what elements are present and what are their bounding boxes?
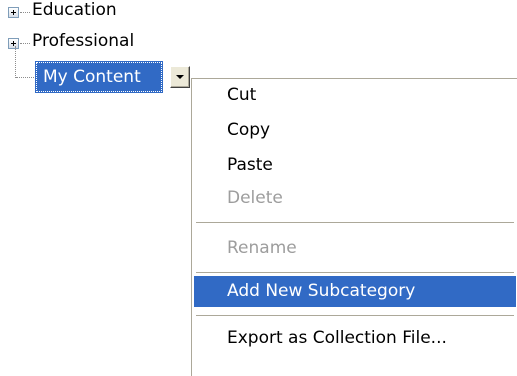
- tree-item-label[interactable]: Education: [32, 0, 117, 20]
- context-menu: Cut Copy Paste Delete Rename Add New Sub…: [191, 78, 517, 376]
- menu-item-export-collection-file[interactable]: Export as Collection File...: [194, 323, 516, 354]
- menu-item-paste[interactable]: Paste: [194, 150, 516, 181]
- menu-separator: [196, 222, 514, 223]
- chevron-down-icon: [176, 75, 184, 79]
- tree-item-my-content[interactable]: My Content: [35, 61, 163, 93]
- menu-item-add-new-subcategory[interactable]: Add New Subcategory: [194, 276, 516, 307]
- tree-connector-line: [20, 43, 30, 44]
- menu-item-rename: Rename: [227, 238, 297, 258]
- tree-view-with-context-menu: Education Professional My Content Cut Co…: [0, 0, 517, 376]
- tree-item-label[interactable]: Professional: [32, 31, 134, 51]
- menu-item-delete: Delete: [227, 188, 283, 208]
- expand-plus-icon[interactable]: [8, 7, 19, 18]
- expand-plus-icon[interactable]: [8, 38, 19, 49]
- tree-connector-line: [15, 46, 16, 78]
- tree-connector-line: [16, 77, 36, 78]
- node-dropdown-button[interactable]: [170, 66, 190, 88]
- menu-item-copy[interactable]: Copy: [194, 115, 516, 146]
- menu-separator: [196, 272, 514, 273]
- menu-item-cut[interactable]: Cut: [194, 80, 516, 111]
- tree-connector-line: [20, 12, 30, 13]
- tree-item-label[interactable]: My Content: [43, 67, 141, 87]
- menu-separator: [196, 315, 514, 316]
